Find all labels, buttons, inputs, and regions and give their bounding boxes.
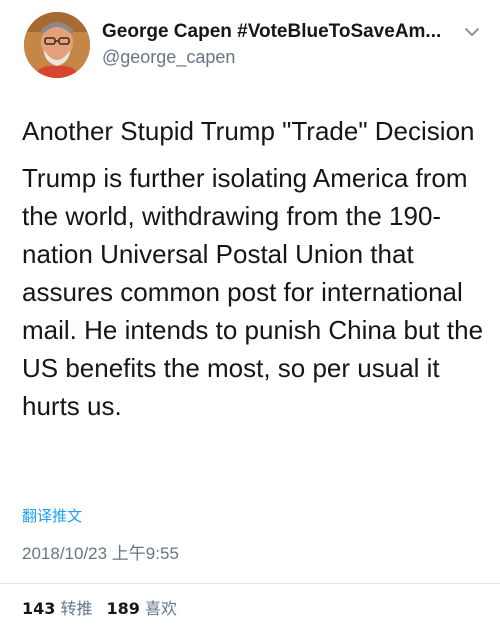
divider — [0, 583, 500, 584]
retweets-count: 143 — [22, 599, 56, 618]
retweets-label: 转推 — [60, 599, 93, 618]
likes-label: 喜欢 — [145, 599, 178, 618]
tweet-text: Another Stupid Trump "Trade" Decision Tr… — [22, 112, 492, 434]
likes-stat[interactable]: 189 喜欢 — [107, 599, 178, 618]
user-handle[interactable]: @george_capen — [102, 46, 235, 68]
tweet-card: George Capen #VoteBlueToSaveAm... @georg… — [0, 0, 500, 636]
likes-count: 189 — [106, 599, 140, 618]
tweet-timestamp[interactable]: 2018/10/23 上午9:55 — [22, 543, 179, 565]
chevron-down-icon[interactable] — [462, 24, 482, 40]
tweet-header: George Capen #VoteBlueToSaveAm... @georg… — [20, 10, 490, 82]
translate-tweet-link[interactable]: 翻译推文 — [22, 506, 82, 526]
tweet-paragraph: Another Stupid Trump "Trade" Decision — [22, 116, 475, 146]
avatar[interactable] — [24, 12, 90, 78]
display-name[interactable]: George Capen #VoteBlueToSaveAm... — [102, 21, 457, 43]
tweet-paragraph: Trump is further isolating America from … — [22, 163, 484, 421]
avatar-image — [24, 12, 90, 78]
retweets-stat[interactable]: 143 转推 — [22, 599, 93, 618]
tweet-stats: 143 转推 189 喜欢 — [22, 598, 177, 620]
